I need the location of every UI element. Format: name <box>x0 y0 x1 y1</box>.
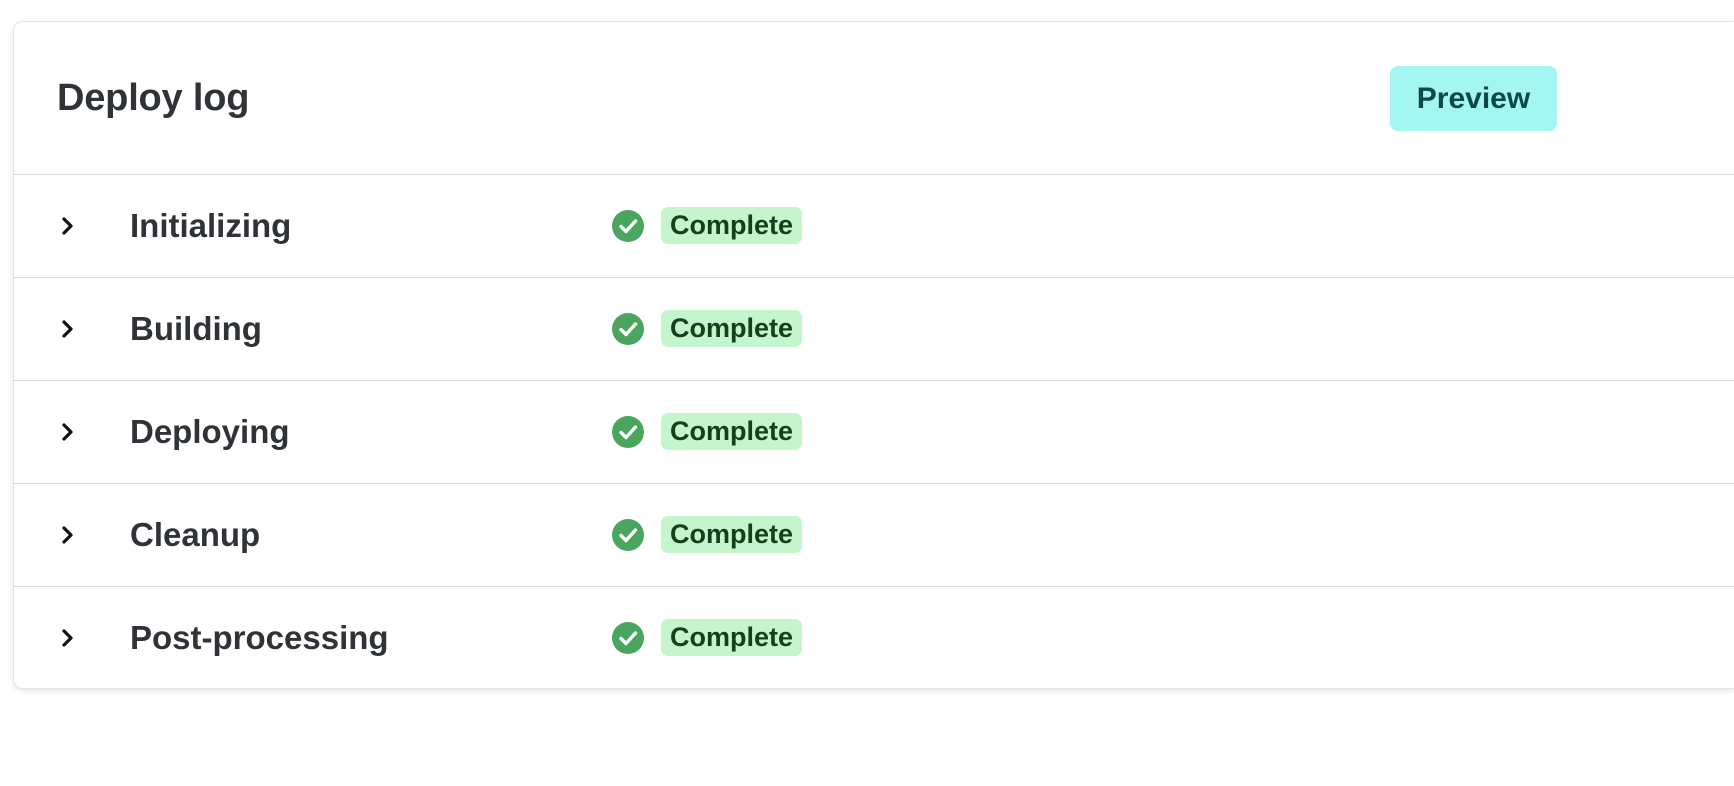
step-list: Initializing Complete Building Complete … <box>14 175 1734 688</box>
check-circle-icon <box>612 210 644 242</box>
status-badge: Complete <box>661 207 803 244</box>
preview-button[interactable]: Preview <box>1390 66 1557 131</box>
check-circle-icon <box>612 416 644 448</box>
card-header: Deploy log Preview <box>14 22 1734 175</box>
step-row-deploying[interactable]: Deploying Complete <box>14 381 1734 484</box>
check-circle-icon <box>612 313 644 345</box>
step-row-initializing[interactable]: Initializing Complete <box>14 175 1734 278</box>
step-row-cleanup[interactable]: Cleanup Complete <box>14 484 1734 587</box>
status-badge: Complete <box>661 619 803 656</box>
step-row-building[interactable]: Building Complete <box>14 278 1734 381</box>
status-badge: Complete <box>661 310 803 347</box>
page-title: Deploy log <box>57 77 250 119</box>
chevron-right-icon[interactable] <box>60 319 76 339</box>
status-badge: Complete <box>661 516 803 553</box>
step-row-post-processing[interactable]: Post-processing Complete <box>14 587 1734 688</box>
deploy-log-card: Deploy log Preview Initializing Complete… <box>13 21 1734 689</box>
chevron-right-icon[interactable] <box>60 628 76 648</box>
chevron-right-icon[interactable] <box>60 525 76 545</box>
step-label: Deploying <box>130 413 290 450</box>
step-label: Building <box>130 310 262 347</box>
chevron-right-icon[interactable] <box>60 216 76 236</box>
step-label: Initializing <box>130 207 292 244</box>
chevron-right-icon[interactable] <box>60 422 76 442</box>
check-circle-icon <box>612 622 644 654</box>
check-circle-icon <box>612 519 644 551</box>
step-label: Cleanup <box>130 516 261 553</box>
status-badge: Complete <box>661 413 803 450</box>
step-label: Post-processing <box>130 619 389 656</box>
